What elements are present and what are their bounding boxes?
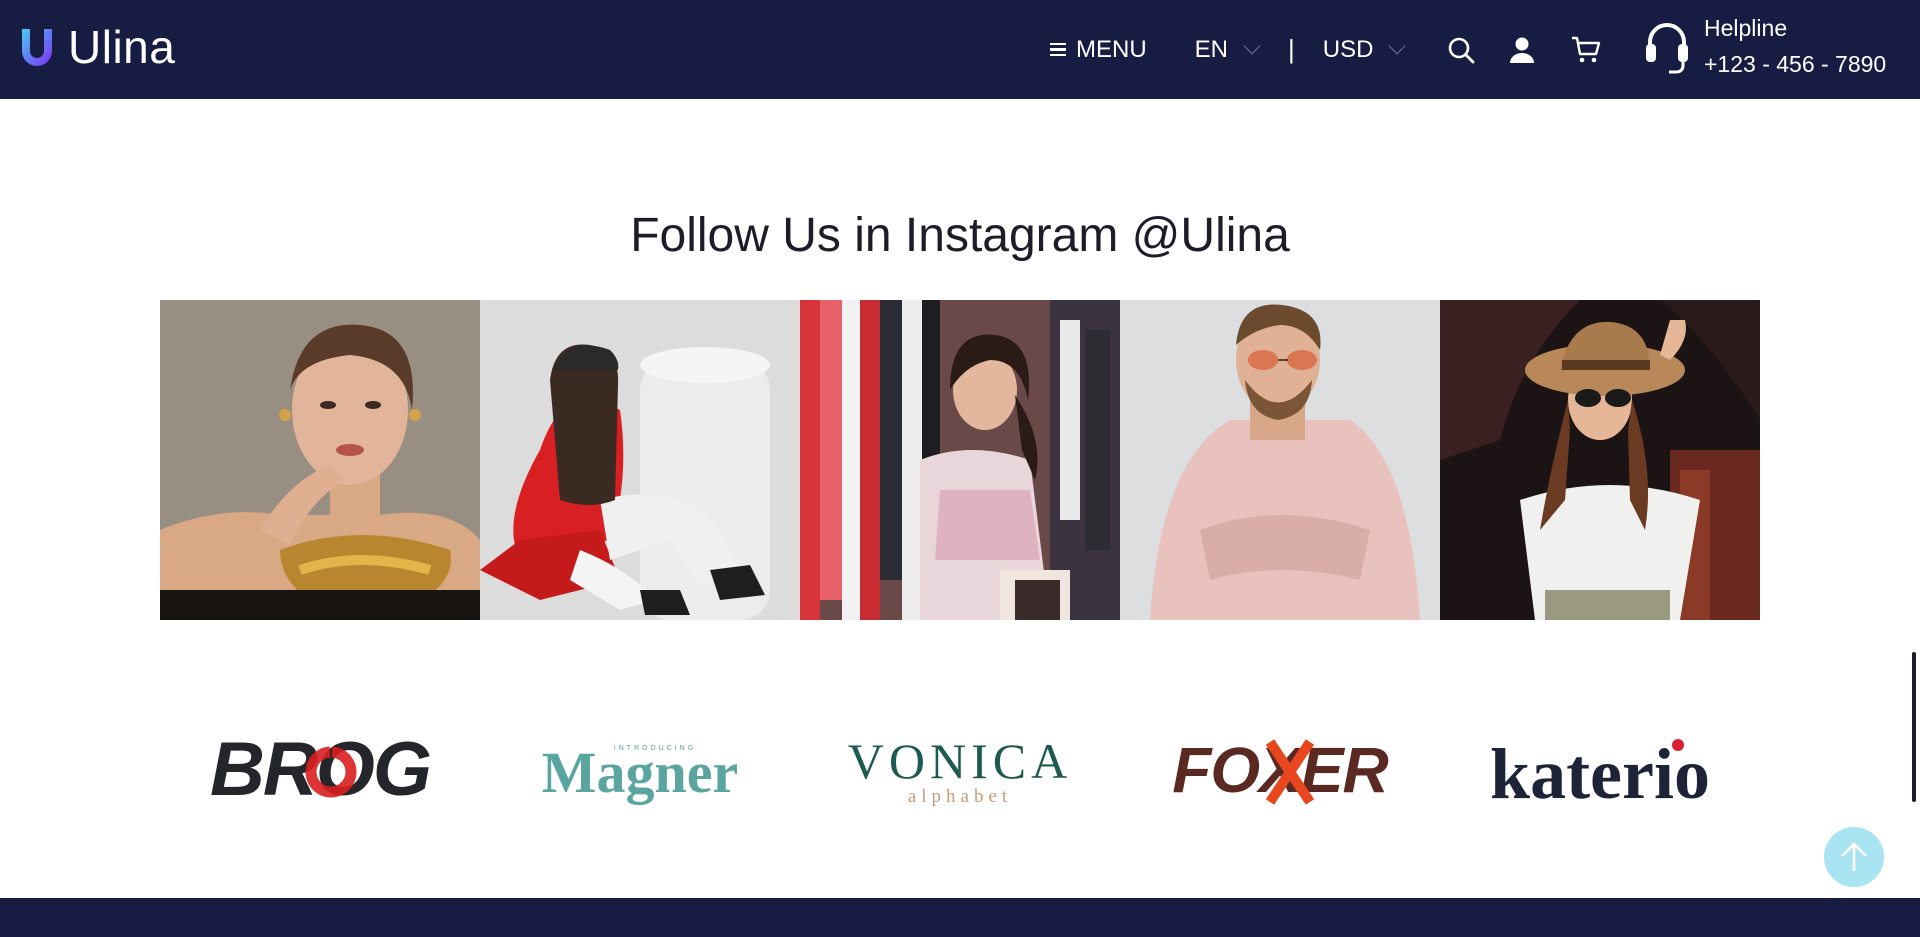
logo-text: Ulina (68, 21, 176, 73)
chevron-down-icon (1388, 37, 1406, 55)
vonica-logo-text: VONICA (848, 733, 1072, 789)
arrow-up-icon (1841, 842, 1867, 871)
brand-logos: BROG INTRODUCING Magner VONICA alphabet … (160, 720, 1760, 820)
instagram-image-1[interactable] (160, 300, 480, 620)
magner-logo-text: Magner (542, 740, 739, 805)
nav-separator: | (1288, 34, 1295, 64)
brog-logo-text: BROG (210, 730, 430, 810)
brand-katerio[interactable]: katerio (1440, 720, 1760, 820)
search-button[interactable] (1447, 36, 1475, 64)
footer-bar (0, 898, 1920, 937)
instagram-image-2[interactable] (480, 300, 800, 620)
menu-button[interactable]: MENU (1050, 36, 1147, 64)
chevron-down-icon (1243, 37, 1261, 55)
menu-label: MENU (1076, 35, 1147, 63)
language-value: EN (1194, 35, 1229, 63)
logo-icon (22, 29, 52, 66)
search-icon (1449, 37, 1475, 63)
helpline-label: Helpline (1704, 15, 1788, 41)
brand-brog[interactable]: BROG (160, 720, 480, 820)
currency-select[interactable]: USD (1322, 35, 1406, 64)
user-icon (1510, 37, 1535, 63)
account-button[interactable] (1509, 36, 1535, 64)
instagram-image-3[interactable] (800, 300, 1120, 620)
scrollbar-thumb[interactable] (1912, 652, 1916, 802)
cart-icon (1572, 36, 1601, 62)
language-select[interactable]: EN (1194, 35, 1261, 64)
instagram-title: Follow Us in Instagram @Ulina (630, 209, 1290, 262)
site-header: Ulina MENU EN | USD Helpline +123 - 456 … (0, 0, 1920, 99)
vonica-sub-text: alphabet (908, 786, 1012, 807)
cart-button[interactable] (1571, 35, 1601, 65)
brand-vonica[interactable]: VONICA alphabet (800, 720, 1120, 820)
instagram-image-5[interactable] (1440, 300, 1760, 620)
menu-icon (1050, 42, 1066, 57)
logo[interactable]: Ulina (20, 20, 175, 74)
headset-icon (1646, 23, 1688, 74)
helpline[interactable]: Helpline +123 - 456 - 7890 (1644, 10, 1886, 82)
header-nav: MENU EN | USD (1050, 0, 1601, 99)
instagram-gallery (160, 300, 1760, 620)
currency-value: USD (1322, 35, 1374, 63)
instagram-image-4[interactable] (1120, 300, 1440, 620)
brand-foxer[interactable]: FOXER (1120, 720, 1440, 820)
brand-magner[interactable]: INTRODUCING Magner (480, 720, 800, 820)
helpline-phone: +123 - 456 - 7890 (1704, 51, 1887, 77)
scroll-to-top-button[interactable] (1824, 827, 1884, 887)
